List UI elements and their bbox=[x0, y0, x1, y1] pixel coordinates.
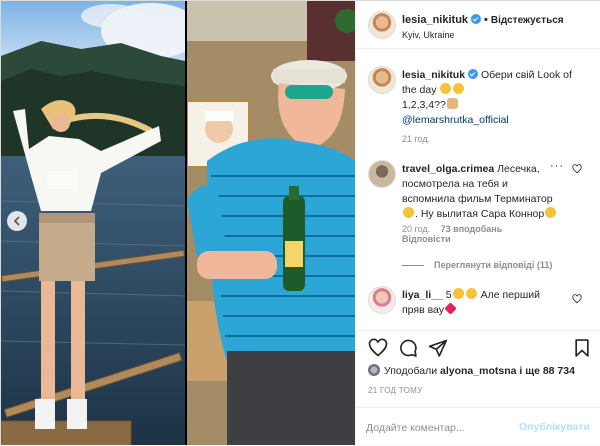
actions-bar: Уподобали alyona_motsna і ще 88 734 21 Г… bbox=[356, 330, 600, 445]
comments-list: lesia_nikituk Обери свій Look of the day… bbox=[356, 50, 600, 330]
comment-body: 5 bbox=[445, 289, 452, 301]
post-timestamp: 21 ГОД ТОМУ bbox=[368, 386, 423, 395]
caption-body-2: 1,2,3,4?? bbox=[402, 99, 446, 111]
comment-time: 20 год. bbox=[402, 224, 431, 234]
comment-text: travel_olga.crimea Лесечка, посмотрела н… bbox=[402, 162, 562, 222]
avatar bbox=[368, 364, 380, 376]
comment-text: liya_li__ 5 Але перший пряв вау bbox=[402, 288, 562, 318]
avatar[interactable] bbox=[368, 11, 396, 39]
avatar[interactable] bbox=[368, 66, 396, 94]
avatar[interactable] bbox=[368, 160, 396, 188]
comment-body-2: . Ну вылитая Сара Коннор bbox=[415, 208, 545, 220]
emoji-icon bbox=[545, 207, 557, 218]
carousel-prev-button[interactable] bbox=[7, 211, 27, 231]
publish-button[interactable]: Опублікувати bbox=[519, 421, 590, 433]
avatar[interactable] bbox=[368, 286, 396, 314]
more-icon[interactable]: ··· bbox=[550, 160, 564, 172]
heart-emoji-icon bbox=[444, 302, 457, 315]
header-username-row: lesia_nikituk • Відстежується bbox=[402, 14, 564, 26]
emoji-icon bbox=[465, 288, 477, 299]
comment-meta: 20 год. 73 вподобань Відповісти bbox=[402, 224, 510, 244]
post-media[interactable] bbox=[1, 1, 355, 445]
thumbs-up-icon bbox=[403, 207, 414, 218]
comment-input[interactable] bbox=[366, 418, 516, 438]
verified-icon bbox=[471, 14, 482, 24]
heart-icon[interactable] bbox=[368, 338, 388, 358]
post-side-panel: lesia_nikituk • Відстежується Kyiv, Ukrain… bbox=[355, 1, 600, 445]
heart-icon[interactable] bbox=[572, 294, 582, 304]
instagram-post: lesia_nikituk • Відстежується Kyiv, Ukrain… bbox=[0, 0, 600, 445]
verified-icon bbox=[468, 69, 479, 79]
liked-by: Уподобали alyona_motsna і ще 88 734 bbox=[368, 364, 575, 377]
caption-time: 21 год. bbox=[402, 134, 431, 144]
header-username[interactable]: lesia_nikituk bbox=[402, 14, 468, 26]
comment-icon[interactable] bbox=[398, 338, 418, 358]
emoji-icon bbox=[452, 288, 464, 299]
liked-count-link[interactable]: і ще 88 734 bbox=[519, 365, 575, 377]
liked-user-link[interactable]: alyona_motsna bbox=[440, 365, 516, 377]
caption-text: lesia_nikituk Обери свій Look of the day… bbox=[402, 68, 577, 128]
emoji-icon bbox=[453, 83, 465, 94]
follow-button[interactable]: Відстежується bbox=[491, 15, 564, 26]
chevron-left-icon bbox=[13, 216, 20, 226]
add-comment-form: Опублікувати bbox=[356, 407, 600, 446]
comment-likes[interactable]: 73 вподобань bbox=[441, 224, 503, 234]
reply-button[interactable]: Відповісти bbox=[402, 234, 451, 244]
mention-link[interactable]: @lemarshrutka_official bbox=[402, 114, 509, 126]
location-link[interactable]: Kyiv, Ukraine bbox=[402, 30, 454, 40]
comment-username[interactable]: liya_li__ bbox=[402, 289, 443, 301]
caption-username[interactable]: lesia_nikituk bbox=[402, 69, 465, 81]
emoji-icon bbox=[440, 83, 452, 94]
post-header: lesia_nikituk • Відстежується Kyiv, Ukrain… bbox=[356, 1, 600, 49]
pointing-hand-icon bbox=[446, 98, 458, 109]
heart-icon[interactable] bbox=[572, 164, 582, 174]
bookmark-icon[interactable] bbox=[572, 338, 592, 358]
comment-username[interactable]: travel_olga.crimea bbox=[402, 163, 494, 175]
liked-prefix: Уподобали bbox=[384, 365, 438, 377]
separator-dot: • bbox=[484, 14, 488, 26]
view-replies-button[interactable]: Переглянути відповіді (11) bbox=[402, 260, 552, 270]
share-icon[interactable] bbox=[428, 338, 448, 358]
photo-man-bottle bbox=[187, 1, 355, 445]
photo-woman-lake bbox=[1, 1, 185, 445]
